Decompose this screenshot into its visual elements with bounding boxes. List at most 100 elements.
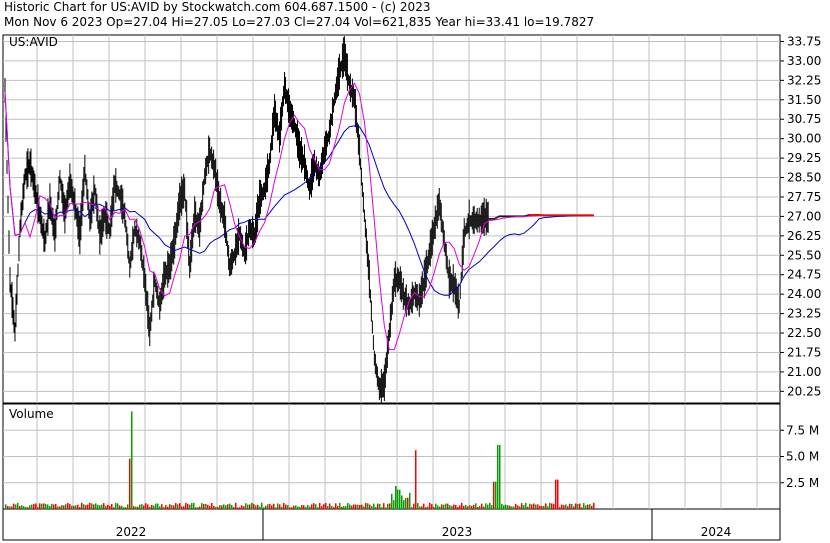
volume-bar bbox=[53, 504, 55, 509]
volume-bar bbox=[547, 506, 549, 509]
volume-bar bbox=[441, 504, 443, 509]
volume-bar bbox=[515, 503, 517, 509]
volume-bar bbox=[429, 502, 431, 509]
volume-bar bbox=[81, 502, 83, 509]
volume-bar bbox=[31, 504, 33, 509]
volume-bar bbox=[5, 504, 7, 509]
volume-bar bbox=[283, 503, 285, 509]
volume-bar bbox=[201, 503, 203, 509]
volume-bar bbox=[527, 506, 529, 509]
volume-bar bbox=[273, 503, 275, 509]
volume-bar bbox=[229, 503, 231, 509]
volume-bar bbox=[277, 503, 279, 509]
volume-bar bbox=[123, 507, 125, 509]
volume-bar bbox=[57, 506, 59, 509]
volume-bar bbox=[319, 502, 321, 509]
volume-bar bbox=[83, 504, 85, 509]
price-tick-label: 29.25 bbox=[787, 151, 821, 165]
volume-bar bbox=[375, 506, 377, 509]
volume-bar bbox=[541, 505, 543, 509]
volume-bar bbox=[525, 502, 527, 509]
volume-bar bbox=[225, 505, 227, 509]
volume-bar bbox=[67, 503, 69, 509]
volume-bar bbox=[529, 503, 531, 509]
volume-bar bbox=[93, 504, 95, 509]
volume-bar bbox=[309, 506, 311, 509]
volume-bar bbox=[403, 500, 405, 509]
volume-bar bbox=[423, 503, 425, 509]
volume-bar bbox=[193, 502, 195, 509]
volume-bar bbox=[341, 506, 343, 509]
volume-bar bbox=[157, 503, 159, 509]
volume-bar bbox=[237, 507, 239, 509]
volume-bar bbox=[11, 506, 13, 509]
volume-bar bbox=[141, 504, 143, 509]
volume-bar bbox=[253, 503, 255, 509]
volume-bar bbox=[457, 507, 459, 509]
volume-bar bbox=[133, 506, 135, 509]
volume-tick-label: 2.5 M bbox=[786, 476, 819, 490]
price-tick-label: 26.25 bbox=[787, 229, 821, 243]
volume-bar bbox=[393, 500, 395, 509]
volume-bar bbox=[267, 504, 269, 509]
volume-bar bbox=[369, 504, 371, 509]
volume-bar bbox=[119, 505, 121, 509]
volume-bar bbox=[9, 506, 11, 509]
volume-bar bbox=[51, 503, 53, 509]
chart-canvas: 33.75 33.00 32.25 31.50 30.75 30.00 29.25 28.50… bbox=[2, 34, 821, 541]
volume-bar bbox=[245, 503, 247, 509]
volume-bar bbox=[45, 503, 47, 509]
volume-bar bbox=[241, 505, 243, 509]
volume-bar bbox=[407, 497, 409, 509]
volume-bar bbox=[395, 486, 397, 509]
volume-bar bbox=[19, 506, 21, 509]
volume-bar bbox=[143, 505, 145, 509]
volume-bar bbox=[61, 505, 63, 509]
volume-bar bbox=[23, 506, 25, 509]
volume-bar bbox=[41, 503, 43, 509]
volume-bar bbox=[173, 505, 175, 509]
volume-bar bbox=[325, 502, 327, 509]
volume-bar bbox=[339, 502, 341, 509]
volume-bar bbox=[99, 505, 101, 509]
volume-bar bbox=[235, 502, 237, 509]
price-tick-label: 32.25 bbox=[787, 73, 821, 87]
volume-bar bbox=[545, 503, 547, 509]
volume-bar bbox=[577, 503, 579, 509]
volume-bar bbox=[315, 504, 317, 509]
volume-bar bbox=[533, 503, 535, 509]
volume-bar bbox=[495, 481, 497, 509]
volume-bar bbox=[251, 502, 253, 509]
volume-bar bbox=[257, 504, 259, 509]
volume-bar bbox=[117, 503, 119, 509]
volume-bar bbox=[69, 504, 71, 509]
volume-bar bbox=[349, 504, 351, 509]
volume-bar bbox=[89, 502, 91, 509]
volume-bar bbox=[507, 505, 509, 509]
volume-bar bbox=[175, 503, 177, 509]
volume-bar bbox=[149, 506, 151, 509]
volume-bar bbox=[249, 504, 251, 509]
volume-bar bbox=[303, 505, 305, 509]
price-panel-label: US:AVID bbox=[9, 35, 58, 49]
volume-bar bbox=[367, 503, 369, 509]
volume-bar bbox=[29, 505, 31, 509]
price-tick-label: 28.50 bbox=[787, 171, 821, 185]
volume-bar bbox=[209, 505, 211, 509]
volume-bar bbox=[15, 504, 17, 509]
volume-bar bbox=[411, 507, 413, 509]
volume-bar bbox=[477, 507, 479, 509]
volume-bar bbox=[139, 504, 141, 509]
volume-bar bbox=[431, 504, 433, 509]
volume-bar bbox=[489, 502, 491, 509]
volume-bar bbox=[181, 506, 183, 509]
volume-bar bbox=[295, 505, 297, 509]
volume-bar bbox=[485, 503, 487, 509]
volume-bar bbox=[513, 506, 515, 509]
volume-bar bbox=[417, 502, 419, 509]
volume-bar bbox=[219, 505, 221, 509]
volume-bar bbox=[555, 479, 557, 509]
volume-bar bbox=[163, 507, 165, 509]
volume-bar bbox=[263, 507, 265, 509]
volume-bar bbox=[185, 502, 187, 509]
